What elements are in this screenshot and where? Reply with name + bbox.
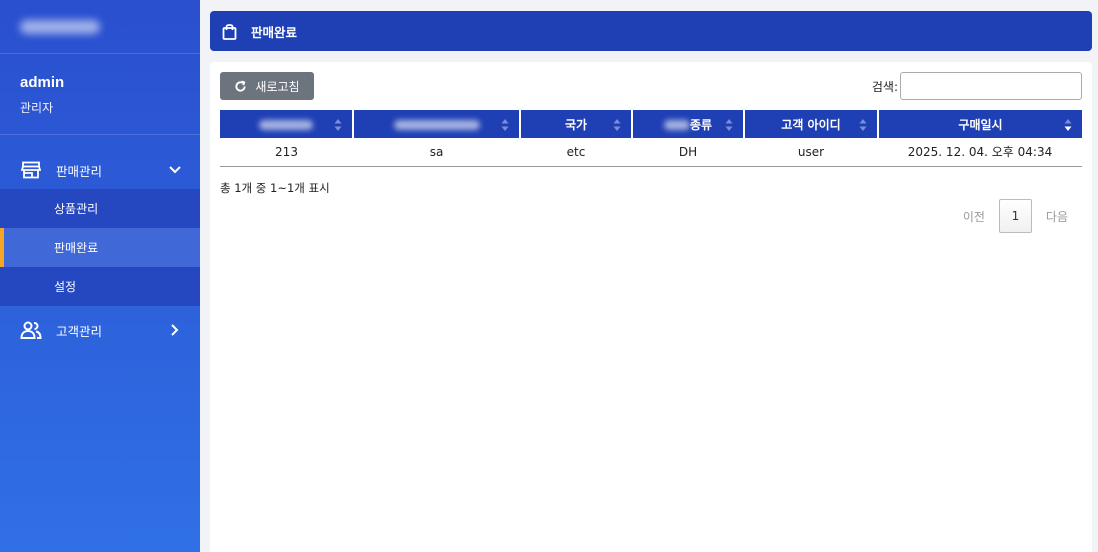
user-panel: admin 관리자 bbox=[0, 54, 200, 135]
sidebar-group-sales-label: 판매관리 bbox=[56, 163, 103, 179]
users-icon bbox=[20, 320, 42, 340]
sidebar-item-label: 상품관리 bbox=[54, 202, 99, 216]
shopping-bag-icon bbox=[222, 22, 238, 40]
refresh-button[interactable]: 새로고침 bbox=[220, 72, 314, 100]
pagination: 이전 1 다음 bbox=[949, 199, 1082, 233]
sidebar-group-customers[interactable]: 고객관리 bbox=[0, 311, 200, 349]
refresh-button-label: 새로고침 bbox=[255, 79, 300, 94]
sort-icon bbox=[501, 119, 509, 131]
pagination-page-1[interactable]: 1 bbox=[998, 199, 1032, 233]
brand-logo-redacted bbox=[20, 19, 100, 34]
column-header-label: 국가 bbox=[564, 117, 588, 132]
table-cell: user bbox=[744, 138, 878, 167]
column-header-redacted bbox=[393, 119, 480, 130]
table-row[interactable]: 213 sa etc DH user 2025. 12. 04. 오후 04:3… bbox=[220, 138, 1082, 167]
sidebar: admin 관리자 판매관리 상품관리 판매완료 설정 고객관리 bbox=[0, 0, 200, 552]
column-header-label: 구매일시 bbox=[958, 117, 1003, 132]
content-card: 새로고침 검색: 국가 종류 고객 아이디 구매일시 213 sa etc DH… bbox=[210, 62, 1092, 552]
chevron-down-icon bbox=[168, 163, 182, 177]
sidebar-group-customers-label: 고객관리 bbox=[56, 323, 103, 339]
search-input[interactable] bbox=[900, 72, 1082, 100]
table-cell: sa bbox=[353, 138, 520, 167]
chevron-right-icon bbox=[168, 323, 182, 337]
sort-icon bbox=[613, 119, 621, 131]
table-cell: DH bbox=[632, 138, 744, 167]
sidebar-group-sales[interactable]: 판매관리 bbox=[0, 151, 200, 189]
sidebar-menu: 판매관리 상품관리 판매완료 설정 고객관리 bbox=[0, 135, 200, 349]
sidebar-item-sold[interactable]: 판매완료 bbox=[0, 228, 200, 267]
sort-icon bbox=[859, 119, 867, 131]
store-icon bbox=[20, 160, 42, 180]
table-cell: 2025. 12. 04. 오후 04:34 bbox=[878, 138, 1082, 167]
column-header-1[interactable] bbox=[220, 110, 354, 138]
search-label: 검색: bbox=[871, 79, 898, 94]
search-box: 검색: bbox=[872, 72, 1082, 100]
pagination-next[interactable]: 다음 bbox=[1032, 208, 1082, 225]
column-header-label: 고객 아이디 bbox=[781, 117, 841, 132]
column-header-customer-id[interactable]: 고객 아이디 bbox=[744, 110, 879, 138]
sidebar-submenu-sales: 상품관리 판매완료 설정 bbox=[0, 189, 200, 306]
column-header-2[interactable] bbox=[353, 110, 521, 138]
refresh-icon bbox=[234, 79, 248, 93]
column-header-purchase-date[interactable]: 구매일시 bbox=[878, 110, 1082, 138]
table-cell: etc bbox=[520, 138, 632, 167]
column-header-redacted bbox=[663, 120, 690, 130]
sort-desc-icon bbox=[1064, 119, 1072, 131]
page-title: 판매완료 bbox=[251, 24, 298, 40]
pagination-prev[interactable]: 이전 bbox=[949, 208, 999, 225]
user-name: admin bbox=[20, 74, 65, 91]
column-header-label: 종류 bbox=[689, 117, 713, 132]
page-header: 판매완료 bbox=[210, 11, 1092, 51]
sidebar-item-label: 설정 bbox=[54, 280, 77, 294]
table-cell: 213 bbox=[220, 138, 353, 167]
sort-icon bbox=[334, 119, 342, 131]
user-role: 관리자 bbox=[20, 101, 54, 115]
sidebar-item-products[interactable]: 상품관리 bbox=[0, 189, 200, 228]
column-header-redacted bbox=[259, 119, 313, 130]
column-header-country[interactable]: 국가 bbox=[520, 110, 633, 138]
column-header-type[interactable]: 종류 bbox=[632, 110, 745, 138]
sidebar-item-label: 판매완료 bbox=[54, 241, 99, 255]
sort-icon bbox=[725, 119, 733, 131]
sidebar-item-settings[interactable]: 설정 bbox=[0, 267, 200, 306]
sales-table: 국가 종류 고객 아이디 구매일시 213 sa etc DH user 202… bbox=[220, 110, 1082, 167]
table-info: 총 1개 중 1~1개 표시 bbox=[220, 181, 330, 195]
brand-logo[interactable] bbox=[0, 0, 200, 54]
